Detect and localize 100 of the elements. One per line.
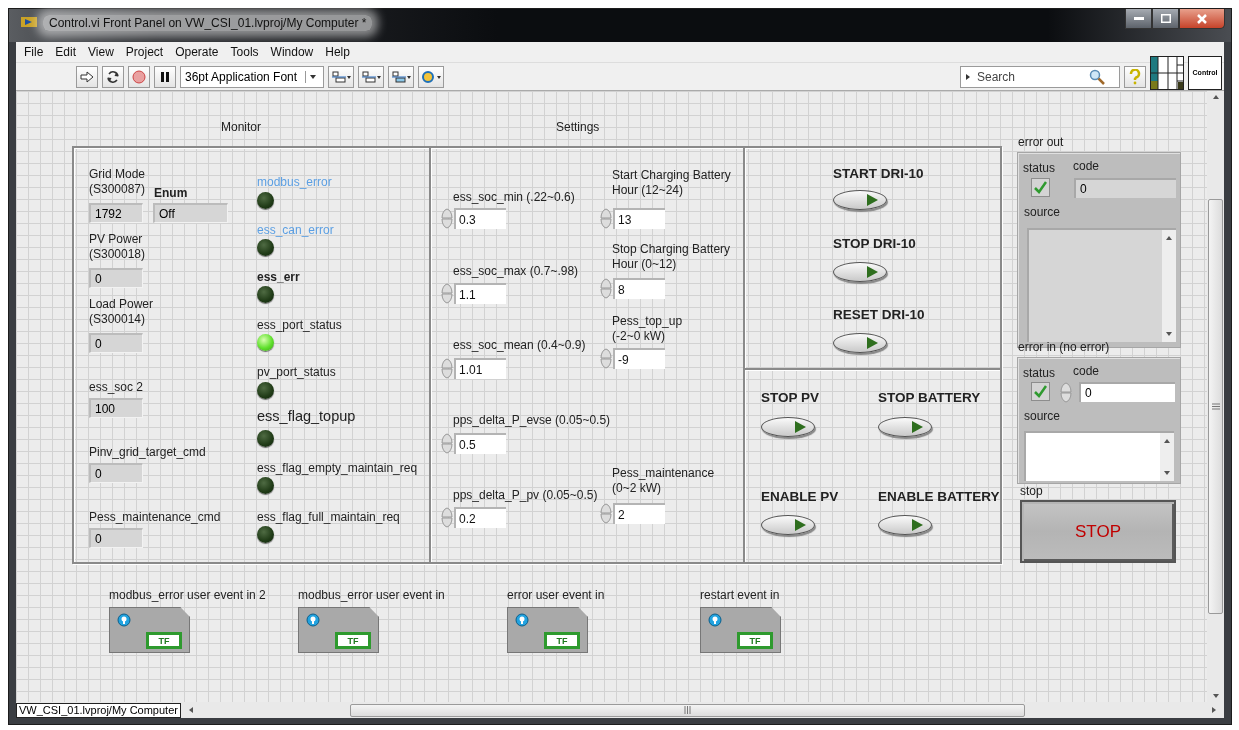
up-arrow-icon[interactable] — [1211, 93, 1220, 101]
led-label: ess_flag_empty_maintain_req — [257, 461, 418, 476]
indicator-label: Enum — [154, 186, 188, 201]
numeric-field[interactable]: 0.2 — [454, 507, 506, 528]
numeric-field[interactable]: 1.1 — [454, 283, 506, 304]
numeric-field[interactable]: 1.01 — [454, 358, 506, 379]
event-refnum-icon[interactable]: TF — [700, 607, 781, 653]
type-label: TF — [544, 632, 580, 649]
source-label: source — [1024, 205, 1061, 219]
code-field[interactable]: 0 — [1079, 382, 1175, 402]
code-label: code — [1073, 364, 1100, 378]
scroll-thumb[interactable] — [349, 703, 1025, 717]
event-ref-label: error user event in — [507, 588, 605, 603]
help-button[interactable] — [1124, 65, 1146, 88]
up-arrow-icon[interactable] — [1165, 234, 1173, 242]
search-input[interactable]: Search — [975, 68, 1085, 85]
control-label: Stop Charging Battery Hour (0~12) — [612, 242, 731, 272]
down-arrow-icon[interactable] — [1211, 692, 1220, 700]
pause-icon — [160, 70, 170, 83]
stop-circle-icon — [132, 69, 146, 84]
menu-item[interactable]: Edit — [49, 45, 83, 59]
key-icon — [306, 613, 320, 627]
down-arrow-icon[interactable] — [1165, 330, 1173, 338]
align-icon — [361, 69, 382, 84]
numeric-field[interactable]: 8 — [613, 278, 665, 299]
run-continuously-button[interactable] — [102, 65, 124, 88]
led-label: ess_flag_topup — [257, 409, 356, 424]
abort-button[interactable] — [128, 65, 150, 88]
align-icon — [391, 69, 412, 84]
search-icon[interactable] — [1089, 68, 1105, 85]
event-ref-label: restart event in — [700, 588, 780, 603]
numeric-field[interactable]: -9 — [613, 348, 665, 369]
grip-icon — [683, 706, 691, 714]
pause-button[interactable] — [154, 65, 176, 88]
align-dropdown[interactable] — [328, 65, 355, 88]
caret-icon[interactable] — [965, 72, 971, 81]
menu-item[interactable]: Project — [119, 45, 170, 59]
cluster-label: error out — [1018, 135, 1064, 150]
toggle-button[interactable] — [761, 515, 815, 535]
minimize-button[interactable] — [1125, 9, 1152, 29]
status-checkbox[interactable] — [1031, 382, 1050, 401]
led-label: ess_can_error — [257, 223, 334, 238]
control-label: stop — [1020, 484, 1043, 499]
search-field[interactable]: Search — [960, 65, 1120, 88]
numeric-field[interactable]: 2 — [613, 503, 665, 524]
menu-item[interactable]: Window — [264, 45, 320, 59]
type-label: TF — [737, 632, 773, 649]
vertical-scrollbar[interactable] — [1207, 91, 1224, 702]
menu-item[interactable]: Tools — [224, 45, 265, 59]
numeric-field[interactable]: 0.5 — [454, 433, 506, 454]
source-field[interactable] — [1024, 431, 1174, 481]
numeric-field[interactable]: 13 — [613, 208, 665, 229]
triangle-icon — [867, 194, 878, 206]
enum-indicator: Off — [153, 203, 228, 223]
down-arrow-icon[interactable] — [1163, 469, 1171, 477]
distribute-dropdown[interactable] — [358, 65, 385, 88]
spinner-icon — [441, 208, 453, 229]
reorder-dropdown[interactable] — [418, 65, 445, 88]
font-dropdown[interactable]: 36pt Application Font — [180, 65, 325, 88]
button-label: STOP BATTERY — [878, 390, 981, 405]
event-refnum-icon[interactable]: TF — [507, 607, 588, 653]
toggle-button[interactable] — [833, 190, 887, 210]
run-button[interactable] — [76, 65, 98, 88]
section-label: Settings — [556, 120, 600, 135]
scroll-thumb[interactable] — [1208, 199, 1223, 614]
led-label: ess_err — [257, 270, 300, 285]
indicator-label: ess_soc 2 — [89, 380, 144, 395]
menu-item[interactable]: Operate — [169, 45, 225, 59]
close-button[interactable] — [1179, 9, 1225, 29]
led-label: modbus_error — [257, 175, 332, 190]
up-arrow-icon[interactable] — [1163, 437, 1171, 445]
right-arrow-icon[interactable] — [1210, 706, 1218, 714]
code-field: 0 — [1074, 178, 1176, 198]
menu-item[interactable]: File — [18, 45, 50, 59]
toggle-button[interactable] — [833, 333, 887, 353]
control-label: Pess_top_up (-2~0 kW) — [612, 314, 683, 344]
spinner-icon — [600, 278, 612, 299]
maximize-button[interactable] — [1152, 9, 1179, 29]
led-label: pv_port_status — [257, 365, 336, 380]
status-label: status — [1023, 366, 1055, 380]
toggle-button[interactable] — [878, 417, 932, 437]
event-refnum-icon[interactable]: TF — [298, 607, 379, 653]
connector-pane-icon[interactable] — [1150, 55, 1184, 90]
resize-dropdown[interactable] — [388, 65, 415, 88]
numeric-field[interactable]: 0.3 — [454, 208, 506, 229]
indicator-label: Load Power (S300014) — [89, 297, 154, 327]
triangle-icon — [795, 519, 806, 531]
section-label: Monitor — [221, 120, 261, 135]
status-checkbox[interactable] — [1031, 178, 1050, 197]
cluster-label: error in (no error) — [1018, 340, 1110, 355]
horizontal-scrollbar[interactable]: VW_CSI_01.lvproj/My Computer — [16, 702, 1224, 718]
spinner-icon — [441, 433, 453, 454]
toggle-button[interactable] — [878, 515, 932, 535]
button-label: ENABLE PV — [761, 489, 839, 504]
menu-item[interactable]: Help — [319, 45, 356, 59]
toggle-button[interactable] — [833, 262, 887, 282]
toggle-button[interactable] — [761, 417, 815, 437]
event-ref-label: modbus_error user event in — [298, 588, 445, 603]
event-refnum-icon[interactable]: TF — [109, 607, 190, 653]
menu-item[interactable]: View — [82, 45, 120, 59]
